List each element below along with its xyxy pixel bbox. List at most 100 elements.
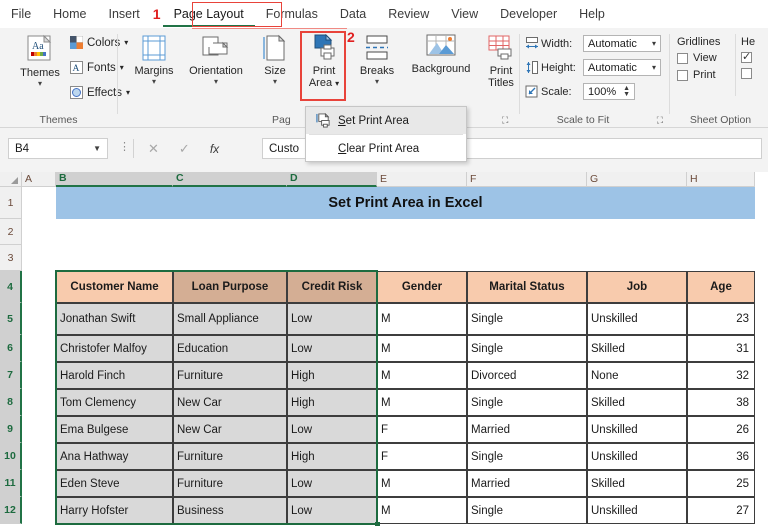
column-header-G[interactable]: G	[587, 172, 687, 187]
table-cell-r3-c7[interactable]: 32	[687, 362, 755, 389]
formula-bar-grip[interactable]: ⋮	[119, 140, 130, 153]
gridlines-view-row[interactable]: View	[677, 52, 720, 64]
table-cell-r2-c1[interactable]: Christofer Malfoy	[56, 335, 173, 362]
orientation-chevron-down-icon[interactable]: ▾	[182, 78, 250, 86]
table-cell-r3-c6[interactable]: None	[587, 362, 687, 389]
column-header-D[interactable]: D	[287, 172, 377, 187]
row-header-10[interactable]: 10	[0, 443, 22, 470]
headings-print-row[interactable]	[741, 68, 755, 79]
table-cell-r6-c7[interactable]: 36	[687, 443, 755, 470]
table-cell-r2-c5[interactable]: Single	[467, 335, 587, 362]
table-cell-r1-c6[interactable]: Unskilled	[587, 303, 687, 335]
table-cell-r2-c6[interactable]: Skilled	[587, 335, 687, 362]
row-header-6[interactable]: 6	[0, 335, 22, 362]
table-cell-r1-c5[interactable]: Single	[467, 303, 587, 335]
tab-help[interactable]: Help	[568, 1, 616, 27]
table-cell-r7-c6[interactable]: Skilled	[587, 470, 687, 497]
background-button[interactable]: Background	[405, 34, 477, 75]
table-cell-r2-c3[interactable]: Low	[287, 335, 377, 362]
table-header-cell-4[interactable]: Gender	[377, 271, 467, 303]
size-button[interactable]: Size ▾	[255, 34, 295, 86]
column-header-A[interactable]: A	[22, 172, 56, 187]
gridlines-view-checkbox[interactable]	[677, 52, 688, 64]
tab-view[interactable]: View	[440, 1, 489, 27]
table-cell-r6-c4[interactable]: F	[377, 443, 467, 470]
table-cell-r1-c3[interactable]: Low	[287, 303, 377, 335]
insert-function-icon[interactable]: fx	[210, 142, 219, 156]
table-cell-r5-c4[interactable]: F	[377, 416, 467, 443]
tab-page-layout[interactable]: Page Layout	[162, 1, 255, 27]
table-cell-r5-c7[interactable]: 26	[687, 416, 755, 443]
enter-icon[interactable]: ✓	[179, 141, 190, 157]
gridlines-print-row[interactable]: Print	[677, 69, 720, 81]
column-header-E[interactable]: E	[377, 172, 467, 187]
table-cell-r7-c7[interactable]: 25	[687, 470, 755, 497]
scale-to-fit-dialog-launcher-icon[interactable]: ⛶	[657, 115, 663, 126]
menu-item-clear-print-area[interactable]: Clear Print Area	[306, 135, 466, 162]
table-cell-r4-c5[interactable]: Single	[467, 389, 587, 416]
row-header-11[interactable]: 11	[0, 470, 22, 497]
table-cell-r8-c3[interactable]: Low	[287, 497, 377, 524]
height-chevron-down-icon[interactable]: ▾	[652, 63, 656, 72]
name-box[interactable]: B4 ▼	[8, 138, 108, 159]
cancel-icon[interactable]: ✕	[148, 141, 159, 157]
margins-button[interactable]: Margins ▾	[128, 34, 180, 86]
table-cell-r1-c2[interactable]: Small Appliance	[173, 303, 287, 335]
theme-colors-button[interactable]: Colors ▾	[70, 36, 128, 49]
table-cell-r3-c4[interactable]: M	[377, 362, 467, 389]
theme-fonts-button[interactable]: A Fonts ▾	[70, 61, 124, 74]
headings-view-checkbox[interactable]	[741, 50, 752, 63]
table-cell-r4-c1[interactable]: Tom Clemency	[56, 389, 173, 416]
table-cell-r8-c7[interactable]: 27	[687, 497, 755, 524]
table-cell-r8-c2[interactable]: Business	[173, 497, 287, 524]
column-header-H[interactable]: H	[687, 172, 755, 187]
row-header-12[interactable]: 12	[0, 497, 22, 524]
sheet-title-cell[interactable]: Set Print Area in Excel	[56, 187, 755, 219]
table-cell-r4-c6[interactable]: Skilled	[587, 389, 687, 416]
table-cell-r6-c3[interactable]: High	[287, 443, 377, 470]
table-cell-r5-c5[interactable]: Married	[467, 416, 587, 443]
table-header-cell-6[interactable]: Job	[587, 271, 687, 303]
row-header-7[interactable]: 7	[0, 362, 22, 389]
table-cell-r8-c4[interactable]: M	[377, 497, 467, 524]
table-cell-r5-c6[interactable]: Unskilled	[587, 416, 687, 443]
table-cell-r4-c4[interactable]: M	[377, 389, 467, 416]
column-header-B[interactable]: B	[56, 172, 173, 187]
tab-home[interactable]: Home	[42, 1, 97, 27]
table-cell-r7-c5[interactable]: Married	[467, 470, 587, 497]
tab-data[interactable]: Data	[329, 1, 377, 27]
margins-chevron-down-icon[interactable]: ▾	[128, 78, 180, 86]
headings-print-checkbox[interactable]	[741, 68, 752, 79]
table-cell-r8-c6[interactable]: Unskilled	[587, 497, 687, 524]
table-cell-r5-c1[interactable]: Ema Bulgese	[56, 416, 173, 443]
table-cell-r3-c5[interactable]: Divorced	[467, 362, 587, 389]
table-cell-r8-c5[interactable]: Single	[467, 497, 587, 524]
row-header-2[interactable]: 2	[0, 219, 22, 245]
tab-developer[interactable]: Developer	[489, 1, 568, 27]
table-header-cell-7[interactable]: Age	[687, 271, 755, 303]
row-header-8[interactable]: 8	[0, 389, 22, 416]
table-header-cell-1[interactable]: Customer Name	[56, 271, 173, 303]
print-titles-button[interactable]: Print Titles	[480, 34, 522, 89]
size-chevron-down-icon[interactable]: ▾	[255, 78, 295, 86]
height-select[interactable]: Automatic ▾	[583, 59, 661, 76]
gridlines-print-checkbox[interactable]	[677, 69, 688, 81]
table-cell-r3-c1[interactable]: Harold Finch	[56, 362, 173, 389]
table-cell-r2-c2[interactable]: Education	[173, 335, 287, 362]
breaks-chevron-down-icon[interactable]: ▾	[354, 78, 400, 86]
table-cell-r7-c3[interactable]: Low	[287, 470, 377, 497]
table-cell-r4-c7[interactable]: 38	[687, 389, 755, 416]
themes-button[interactable]: Aa Themes ▾	[12, 34, 68, 88]
table-header-cell-3[interactable]: Credit Risk	[287, 271, 377, 303]
column-header-C[interactable]: C	[173, 172, 287, 187]
tab-review[interactable]: Review	[377, 1, 440, 27]
breaks-button[interactable]: Breaks ▾	[354, 34, 400, 86]
table-cell-r4-c3[interactable]: High	[287, 389, 377, 416]
scale-spinner[interactable]: 100% ▲ ▼	[583, 83, 635, 100]
table-cell-r6-c5[interactable]: Single	[467, 443, 587, 470]
column-header-F[interactable]: F	[467, 172, 587, 187]
themes-chevron-down-icon[interactable]: ▾	[12, 80, 68, 88]
row-header-9[interactable]: 9	[0, 416, 22, 443]
table-cell-r4-c2[interactable]: New Car	[173, 389, 287, 416]
headings-view-row[interactable]	[741, 50, 755, 63]
